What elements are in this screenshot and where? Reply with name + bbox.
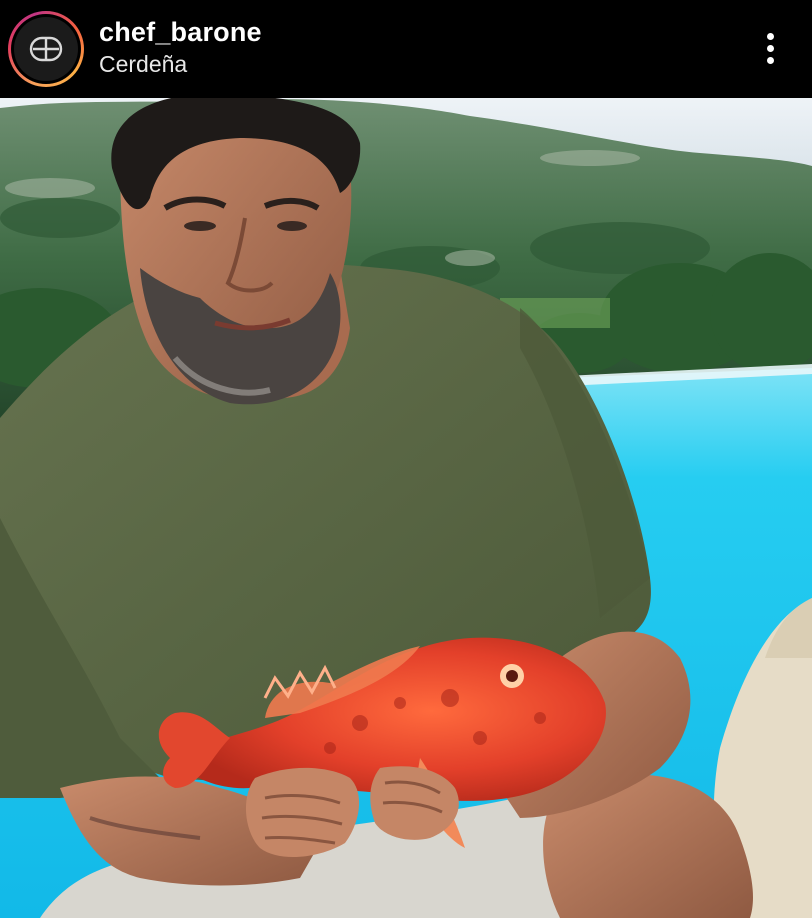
location-link[interactable]: Cerdeña — [99, 49, 262, 79]
chef-monogram-logo-icon — [29, 36, 63, 62]
user-info: chef_barone Cerdeña — [99, 16, 262, 79]
left-hand — [245, 767, 360, 858]
more-options-button[interactable] — [758, 26, 782, 70]
photo-scene — [0, 98, 812, 918]
story-ring[interactable] — [8, 11, 84, 87]
post-photo[interactable] — [0, 98, 812, 918]
more-options-icon — [766, 32, 774, 40]
username-link[interactable]: chef_barone — [99, 16, 262, 48]
avatar[interactable] — [14, 17, 78, 81]
post-header: chef_barone Cerdeña — [0, 0, 812, 98]
